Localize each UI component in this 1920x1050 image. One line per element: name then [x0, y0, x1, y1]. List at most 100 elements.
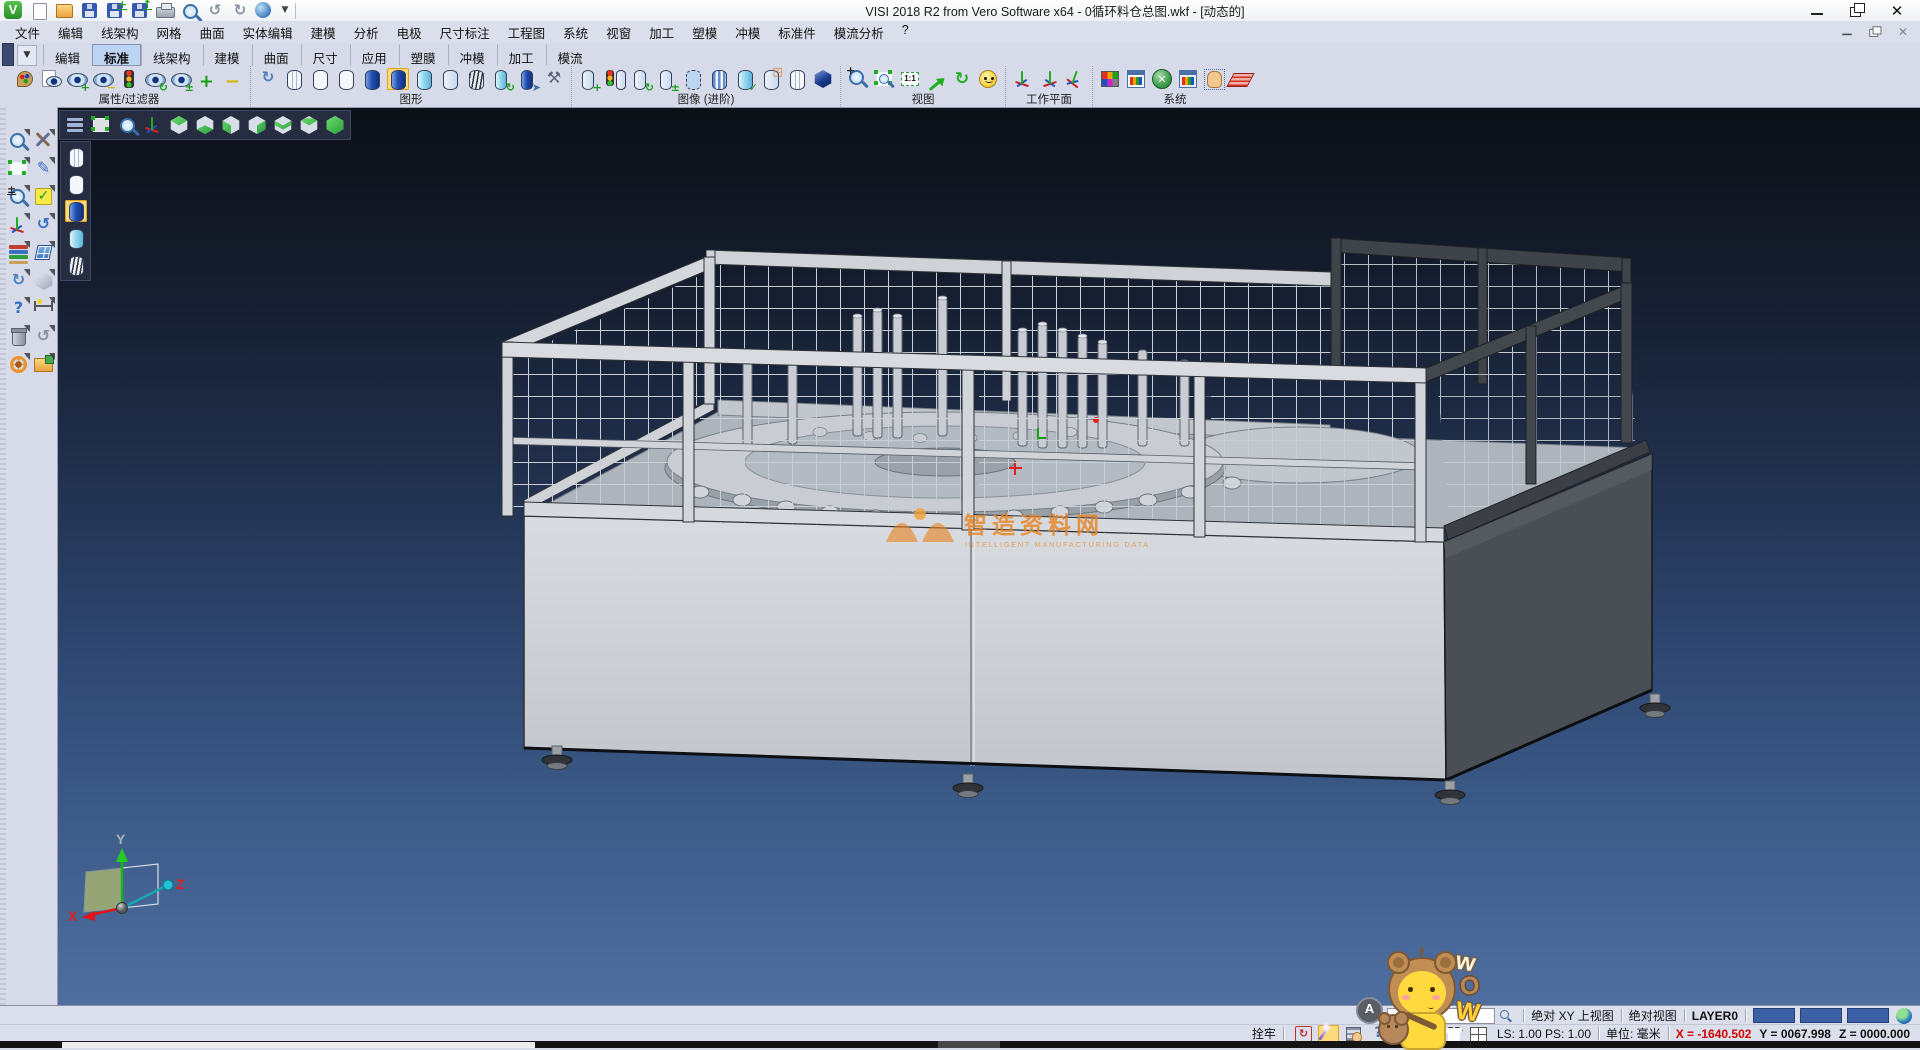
- menu-item[interactable]: 编辑: [49, 21, 92, 44]
- shade-add-icon[interactable]: +: [578, 68, 600, 90]
- menu-item[interactable]: 实体编辑: [234, 21, 302, 44]
- edit-curve-icon[interactable]: ✎: [32, 157, 55, 180]
- render-flat-icon[interactable]: [439, 68, 461, 90]
- refresh-red-icon[interactable]: ↻: [1293, 1025, 1314, 1043]
- menu-item[interactable]: 视窗: [597, 21, 640, 44]
- eye-refresh-filter-icon[interactable]: ↻: [144, 68, 166, 90]
- menu-item[interactable]: 建模: [302, 21, 345, 44]
- absolute-view-label[interactable]: 绝对视图: [1629, 1007, 1677, 1024]
- view-cube-top-icon[interactable]: [168, 114, 190, 136]
- menu-item[interactable]: 系统: [554, 21, 597, 44]
- redo-icon[interactable]: ↻: [229, 1, 251, 20]
- new-file-icon[interactable]: [29, 1, 51, 20]
- zoom-dynamic-mag-icon[interactable]: [116, 114, 138, 136]
- filter-page-preview-icon[interactable]: [40, 68, 62, 90]
- toolbar-tab[interactable]: 冲模: [448, 44, 497, 66]
- menu-item[interactable]: 尺寸标注: [431, 21, 499, 44]
- taskbar-item[interactable]: [62, 1042, 535, 1048]
- toolbar-config-icon[interactable]: [1177, 68, 1199, 90]
- toolbar-tab[interactable]: 尺寸: [301, 44, 350, 66]
- menu-item[interactable]: 网格: [148, 21, 191, 44]
- zoom-window-frame-icon[interactable]: [7, 157, 30, 180]
- menu-item[interactable]: 冲模: [726, 21, 769, 44]
- zoom-window-frame-icon[interactable]: [90, 114, 112, 136]
- undo-gray-icon[interactable]: ↺: [32, 325, 55, 348]
- toolbar-tab[interactable]: 加工: [497, 44, 546, 66]
- child-minimize-button[interactable]: [1841, 27, 1852, 37]
- revolve-curve-icon[interactable]: ↺: [32, 213, 55, 236]
- shade-toggle-icon[interactable]: ±: [656, 68, 678, 90]
- menu-item[interactable]: 模流分析: [825, 21, 893, 44]
- toolbar-tab[interactable]: 编辑: [43, 44, 92, 66]
- render-hidden-line-icon[interactable]: [65, 173, 87, 195]
- menu-item[interactable]: 标准件: [769, 21, 825, 44]
- view-cube-back-icon[interactable]: [298, 114, 320, 136]
- menu-item[interactable]: 文件: [6, 21, 49, 44]
- render-settings-tools-icon[interactable]: ⚒: [543, 68, 565, 90]
- color-swatch-1[interactable]: [1753, 1008, 1795, 1023]
- delete-trash-icon[interactable]: [7, 325, 30, 348]
- select-options-hand-icon[interactable]: [1203, 68, 1225, 90]
- active-layer-label[interactable]: LAYER0: [1692, 1009, 1738, 1023]
- menu-item[interactable]: 加工: [640, 21, 683, 44]
- child-close-button[interactable]: ✕: [1897, 27, 1908, 37]
- toolbar-tab[interactable]: 应用: [350, 44, 399, 66]
- quick-access-dropdown-icon[interactable]: ▼: [279, 1, 291, 20]
- print-icon[interactable]: [154, 1, 176, 20]
- render-shaded-icon-selected[interactable]: [65, 200, 87, 222]
- minimize-button[interactable]: [1810, 5, 1824, 17]
- render-hidden-line-icon[interactable]: [309, 68, 331, 90]
- regenerate-icon[interactable]: ↻: [7, 269, 30, 292]
- view-refresh-icon[interactable]: ↻: [951, 68, 973, 90]
- cylinder-striped-icon[interactable]: [708, 68, 730, 90]
- view-cube-left-icon[interactable]: [220, 114, 242, 136]
- grid-plane-icon[interactable]: [1229, 68, 1251, 90]
- close-button[interactable]: ✕: [1890, 5, 1904, 17]
- render-shaded-dark-icon[interactable]: [361, 68, 383, 90]
- cylinder-note-icon[interactable]: ◳: [760, 68, 782, 90]
- toolbar-tab[interactable]: 曲面: [252, 44, 301, 66]
- render-shaded-edges-icon[interactable]: [413, 68, 435, 90]
- render-shaded-light-icon[interactable]: [65, 227, 87, 249]
- workplane-rotate-icon[interactable]: [1064, 68, 1086, 90]
- toolbar-tab[interactable]: 塑膜: [399, 44, 448, 66]
- view-cube-right-icon[interactable]: [246, 114, 268, 136]
- preview-icon[interactable]: [179, 1, 201, 20]
- keypad-input-icon[interactable]: [1343, 1025, 1364, 1043]
- zoom-in-out-icon[interactable]: ±: [7, 185, 30, 208]
- menu-item[interactable]: 曲面: [191, 21, 234, 44]
- render-wireframe-icon[interactable]: [65, 146, 87, 168]
- magic-wand-icon[interactable]: [1318, 1025, 1339, 1043]
- cylinder-check-icon[interactable]: ✓: [734, 68, 756, 90]
- add-element-icon[interactable]: +: [196, 68, 218, 90]
- remove-element-icon[interactable]: −: [222, 68, 244, 90]
- zoom-1-1-icon[interactable]: 1:1: [899, 68, 921, 90]
- save-all-icon[interactable]: ↑: [129, 1, 151, 20]
- triad-axes-icon[interactable]: [142, 114, 164, 136]
- color-swatch-3[interactable]: [1847, 1008, 1889, 1023]
- color-swatch-2[interactable]: [1800, 1008, 1842, 1023]
- menu-item[interactable]: 线架构: [92, 21, 148, 44]
- render-dynamic-icon[interactable]: ➤: [517, 68, 539, 90]
- units-label[interactable]: 单位: 毫米: [1606, 1025, 1661, 1042]
- layout-windows-icon[interactable]: [32, 241, 55, 264]
- attribute-window-icon[interactable]: [1125, 68, 1147, 90]
- menu-item[interactable]: 电极: [388, 21, 431, 44]
- taskbar-item[interactable]: [938, 1041, 1000, 1048]
- help-question-icon[interactable]: ?: [7, 297, 30, 320]
- save-icon[interactable]: [79, 1, 101, 20]
- 3d-viewport[interactable]: [57, 107, 1920, 1005]
- view-cube-bottom-icon[interactable]: [194, 114, 216, 136]
- snap-lock-label[interactable]: 拴牢: [1252, 1025, 1276, 1042]
- view-cube-front-icon[interactable]: [272, 114, 294, 136]
- cylinder-wire-adv-icon[interactable]: [786, 68, 808, 90]
- history-icon[interactable]: [254, 1, 276, 20]
- zoom-window-icon[interactable]: [873, 68, 895, 90]
- save-as-icon[interactable]: +: [104, 1, 126, 20]
- render-hatched-icon[interactable]: [65, 254, 87, 276]
- toolbar-tab[interactable]: 线架构: [141, 44, 203, 66]
- redraw-icon[interactable]: ↻: [257, 68, 279, 90]
- workplane-move-icon[interactable]: [1038, 68, 1060, 90]
- color-palette-grid-icon[interactable]: [1099, 68, 1121, 90]
- render-dashed-hidden-icon[interactable]: [335, 68, 357, 90]
